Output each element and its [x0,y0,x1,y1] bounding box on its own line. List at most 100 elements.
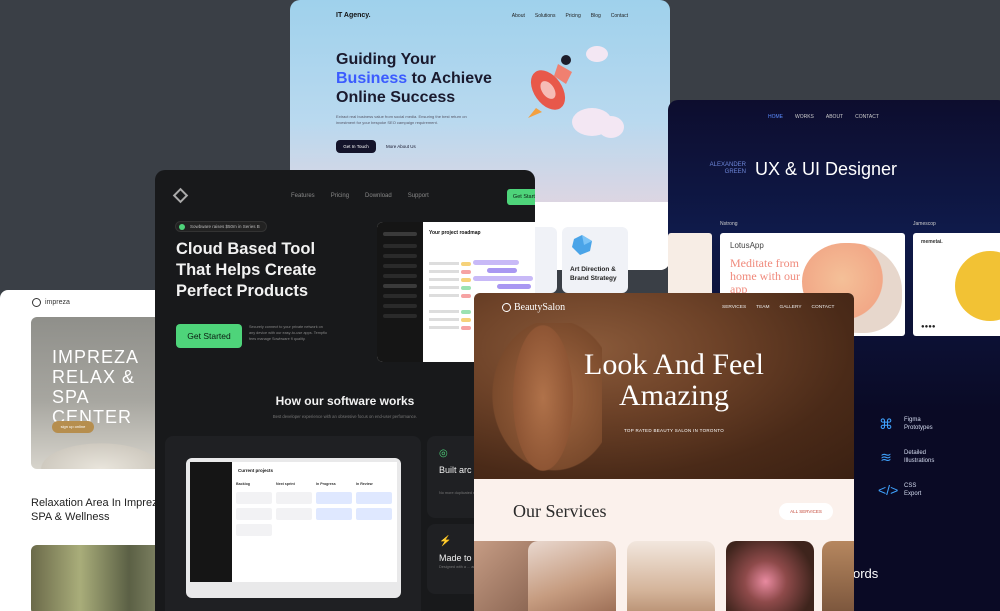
impreza-towel-shape [31,439,170,469]
beauty-hero-title: Look And Feel Amazing [584,348,764,412]
uxui-nav-contact[interactable]: CONTACT [855,114,879,120]
services-section: Our Services ALL SERVICES [474,479,854,611]
uxui-nav-home[interactable]: HOME [768,114,783,120]
nav-support[interactable]: Support [408,193,429,199]
gantt-bar[interactable] [497,284,531,289]
kanban-card[interactable] [276,508,312,520]
lotusapp-logo: LotusApp [730,241,764,250]
itagency-title-line2: to Achieve [407,70,492,87]
cloud-shape [586,46,608,62]
kanban-column-header: In Review [356,482,373,486]
kanban-card[interactable] [276,492,312,504]
monitor-screen: Current projects Backlog Next sprint In … [190,462,397,582]
nav-download[interactable]: Download [365,193,392,199]
itagency-nav-about[interactable]: About [512,13,525,19]
kanban-card[interactable] [316,508,352,520]
beauty-nav-team[interactable]: TEAM [756,305,769,310]
service-thumbnail[interactable] [822,541,854,611]
beauty-brand[interactable]: BeautySalon [514,302,565,313]
get-started-button[interactable]: Get Started [176,324,242,348]
more-about-us-link[interactable]: More About Us [386,140,416,153]
itagency-title-line1: Guiding Your [336,51,436,68]
service-thumbnail[interactable] [627,541,715,611]
uxui-nav-works[interactable]: WORKS [795,114,814,120]
project-label: Nstrong [720,221,738,227]
cube-logo-icon[interactable] [172,187,189,204]
funding-badge: Sowbware raises $50m in Series B [175,221,267,232]
software-hero-title: Cloud Based Tool That Helps Create Perfe… [176,240,317,300]
monitor-sidebar [190,462,232,582]
get-in-touch-button[interactable]: Get In Touch [336,140,376,153]
uxui-title: UX & UI Designer [755,159,898,179]
jamescop-yellow-circle [955,251,1000,321]
beauty-nav-contact[interactable]: CONTACT [812,305,835,310]
impreza-logo[interactable]: impreza [32,298,70,307]
kanban-card[interactable] [236,524,272,536]
kanban-card[interactable] [316,492,352,504]
impreza-logo-text: impreza [45,299,70,306]
itagency-nav-contact[interactable]: Contact [611,13,628,19]
kanban-card[interactable] [356,508,392,520]
feature-illustrations: ≋ Detailed Illustrations [878,449,954,465]
cloud-shape [598,116,624,138]
impreza-signup-button[interactable]: sign up online [52,421,94,433]
beauty-tagline: TOP RATED BEAUTY SALON IN TORONTO [623,428,725,433]
service-thumbnail[interactable] [726,541,814,611]
nav-get-started-button[interactable]: Get Started [507,189,535,205]
app-sidebar [377,222,423,362]
feature-label: Figma Prototypes [904,417,933,431]
monitor-title: Current projects [238,468,274,473]
itagency-description: Extract real business value from social … [336,114,467,125]
lightning-icon: ⚡ [439,536,452,547]
impreza-section-title: Relaxation Area In Impreza SPA & Wellnes… [31,497,164,523]
uxui-nav-about[interactable]: ABOUT [826,114,843,120]
impreza-logo-icon [32,298,41,307]
rocket-illustration-icon [528,55,572,118]
software-nav: Features Pricing Download Support [291,193,429,199]
gantt-bar[interactable] [473,260,519,265]
itagency-nav-pricing[interactable]: Pricing [565,13,580,19]
beauty-nav-services[interactable]: SERVICES [722,305,746,310]
hero-description: Securely connect to your private network… [249,325,328,341]
lotusapp-tagline: Meditate from home with our app [730,256,800,296]
layers-icon: ≋ [880,449,892,465]
kanban-column-header: In Progress [316,482,336,486]
kanban-column-header: Backlog [236,482,250,486]
service-thumbnail[interactable] [528,541,616,611]
figma-icon: ⌘ [879,416,893,432]
social-icons: ●●●● [921,324,936,330]
beauty-salon-preview-card: BeautySalon SERVICES TEAM GALLERY CONTAC… [474,293,854,611]
monitor-mockup: Current projects Backlog Next sprint In … [186,458,401,598]
impreza-hero-title: IMPREZA RELAX & SPA CENTER [52,347,140,427]
kanban-card[interactable] [236,492,272,504]
all-services-button[interactable]: ALL SERVICES [779,503,833,520]
feature-label: CSS Export [904,483,922,497]
uxui-section-heading: ords [853,566,879,581]
gantt-bar[interactable] [473,276,533,281]
project-label: Jamescop [913,221,936,227]
code-icon: </> [878,482,899,498]
art-direction-card[interactable]: Art Direction & Brand Strategy [562,227,628,293]
nav-features[interactable]: Features [291,193,315,199]
app-title: Your project roadmap [429,230,481,236]
itagency-brand[interactable]: IT Agency. [336,12,371,19]
gantt-bar[interactable] [487,268,517,273]
services-title: Our Services [513,501,607,521]
impreza-spa-photo [31,545,170,611]
nav-pricing[interactable]: Pricing [331,193,349,199]
itagency-nav-solutions[interactable]: Solutions [535,13,556,19]
kanban-column-header: Next sprint [276,482,295,486]
kanban-card[interactable] [356,492,392,504]
jamescop-thumbnail[interactable]: memetai. ●●●● [913,233,1000,336]
itagency-hero-title: Guiding Your Business to Achieve Online … [336,50,536,107]
itagency-nav: About Solutions Pricing Blog Contact [512,13,628,19]
itagency-title-line3: Online Success [336,89,456,106]
badge-dot-icon [179,224,185,230]
beauty-logo-icon [502,303,511,312]
beauty-nav-gallery[interactable]: GALLERY [780,305,802,310]
beauty-nav: SERVICES TEAM GALLERY CONTACT [722,305,834,310]
feature-figma: ⌘ Figma Prototypes [878,416,954,432]
impreza-hero-image: IMPREZA RELAX & SPA CENTER sign up onlin… [31,317,170,469]
itagency-nav-blog[interactable]: Blog [591,13,601,19]
kanban-card[interactable] [236,508,272,520]
